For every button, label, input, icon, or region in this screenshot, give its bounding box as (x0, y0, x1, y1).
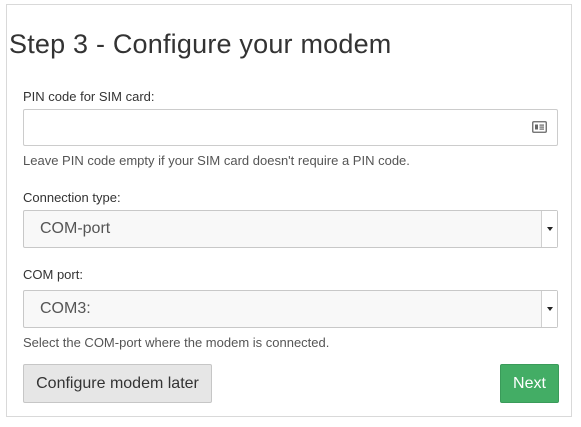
connection-type-label: Connection type: (23, 190, 121, 205)
page-title: Step 3 - Configure your modem (9, 29, 392, 59)
next-button[interactable]: Next (500, 364, 559, 403)
modem-config-panel: Step 3 - Configure your modem PIN code f… (6, 4, 572, 417)
com-port-help-text: Select the COM-port where the modem is c… (23, 335, 330, 350)
chevron-down-icon[interactable] (541, 211, 557, 247)
connection-type-value: COM-port (40, 220, 111, 237)
pin-label: PIN code for SIM card: (23, 89, 155, 104)
pin-input[interactable] (34, 110, 514, 145)
com-port-value: COM3: (40, 300, 91, 317)
pin-help-text: Leave PIN code empty if your SIM card do… (23, 153, 410, 168)
id-card-icon (532, 121, 547, 133)
pin-field[interactable] (23, 109, 558, 146)
com-port-label: COM port: (23, 267, 83, 282)
connection-type-select[interactable]: COM-port (23, 210, 558, 248)
com-port-select[interactable]: COM3: (23, 290, 558, 328)
configure-later-button[interactable]: Configure modem later (23, 364, 212, 403)
chevron-down-icon[interactable] (541, 291, 557, 327)
